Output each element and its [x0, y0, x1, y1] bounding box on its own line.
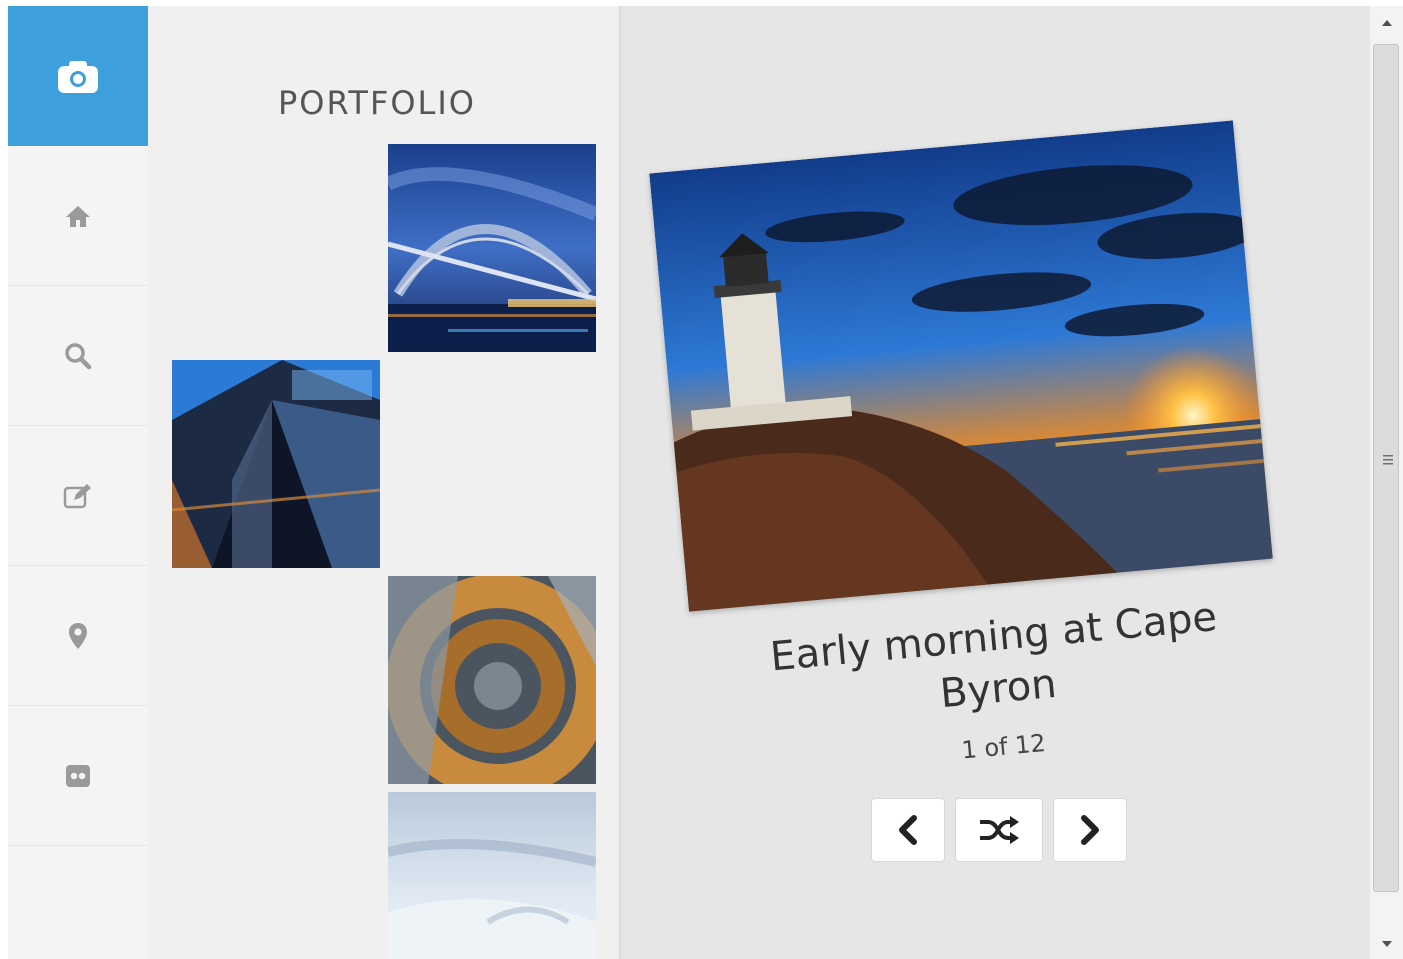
thumbnail-snow[interactable]: [388, 792, 596, 959]
thumbnail-bridge[interactable]: [388, 144, 596, 352]
scroll-down-arrow[interactable]: [1370, 929, 1403, 959]
triangle-up-icon: [1381, 20, 1392, 26]
chevron-left-icon: [899, 815, 917, 845]
shuffle-icon: [980, 816, 1019, 844]
scroll-thumb[interactable]: [1373, 44, 1399, 892]
flickr-icon: [66, 764, 90, 787]
sidebar: [8, 6, 148, 959]
bridge-photo: [388, 144, 596, 352]
thumbnail-building[interactable]: [172, 360, 380, 568]
nav-item-search[interactable]: [8, 286, 148, 426]
vertical-scrollbar[interactable]: [1370, 6, 1403, 959]
scroll-grip-icon: [1383, 455, 1393, 465]
nav-item-home[interactable]: [8, 146, 148, 286]
portfolio-gallery: PORTFOLIO: [148, 6, 620, 959]
camera-icon: [58, 61, 98, 93]
previous-button[interactable]: [871, 798, 945, 862]
building-photo: [172, 360, 380, 568]
map-marker-icon: [69, 622, 87, 649]
staircase-photo: [388, 576, 596, 784]
search-icon: [65, 342, 92, 369]
chevron-right-icon: [1081, 815, 1099, 845]
thumbnail-staircase[interactable]: [388, 576, 596, 784]
edit-icon: [63, 483, 91, 508]
shuffle-button[interactable]: [955, 798, 1043, 862]
main-photo: [649, 120, 1273, 612]
photo-viewer: Early morning at Cape Byron 1 of 12: [623, 6, 1370, 959]
scroll-up-arrow[interactable]: [1370, 8, 1403, 38]
nav-item-edit[interactable]: [8, 426, 148, 566]
nav-item-portfolio[interactable]: [8, 6, 148, 146]
gallery-title: PORTFOLIO: [278, 84, 476, 122]
home-icon: [66, 205, 90, 227]
next-button[interactable]: [1053, 798, 1127, 862]
nav-item-flickr[interactable]: [8, 706, 148, 846]
nav-item-location[interactable]: [8, 566, 148, 706]
cape-byron-photo: [649, 120, 1273, 612]
snow-photo: [388, 792, 596, 959]
triangle-down-icon: [1381, 941, 1392, 947]
photo-caption: Early morning at Cape Byron 1 of 12: [717, 586, 1278, 785]
